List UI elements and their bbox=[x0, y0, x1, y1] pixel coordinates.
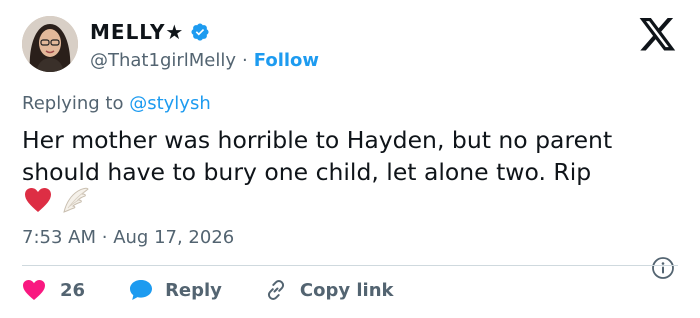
author-info: MELLY★ @That1girlMelly · Follow bbox=[90, 18, 319, 74]
red-heart-icon bbox=[24, 187, 52, 217]
timestamp-separator: · bbox=[101, 227, 108, 248]
follow-button[interactable]: Follow bbox=[254, 50, 319, 71]
info-icon[interactable] bbox=[651, 256, 675, 280]
divider bbox=[22, 265, 678, 266]
like-button[interactable]: 26 bbox=[22, 279, 85, 301]
tweet-timestamp[interactable]: 7:53 AM · Aug 17, 2026 bbox=[22, 227, 234, 248]
separator-dot: · bbox=[242, 49, 248, 71]
angel-wing-icon bbox=[60, 186, 90, 218]
avatar[interactable] bbox=[22, 16, 78, 72]
like-count: 26 bbox=[60, 279, 86, 301]
copy-link-button[interactable]: Copy link bbox=[252, 278, 394, 302]
reply-bubble-icon bbox=[129, 279, 153, 301]
x-logo-icon[interactable] bbox=[639, 18, 677, 52]
reply-context-prefix: Replying to bbox=[22, 93, 124, 114]
avatar-image bbox=[22, 16, 78, 72]
reply-button[interactable]: Reply bbox=[117, 279, 222, 301]
reply-label: Reply bbox=[165, 279, 222, 301]
display-name[interactable]: MELLY★ bbox=[90, 20, 184, 44]
link-icon bbox=[264, 278, 288, 302]
reply-mention-link[interactable]: @stylysh bbox=[129, 93, 211, 114]
verified-badge-icon bbox=[190, 22, 210, 42]
action-bar: 26 Reply Copy link bbox=[22, 276, 394, 304]
handle[interactable]: @That1girlMelly bbox=[90, 50, 236, 71]
reply-context: Replying to @stylysh bbox=[22, 93, 211, 114]
tweet-text: Her mother was horrible to Hayden, but n… bbox=[22, 126, 613, 186]
tweet-time: 7:53 AM bbox=[22, 227, 96, 248]
heart-icon bbox=[22, 279, 46, 301]
tweet-date: Aug 17, 2026 bbox=[113, 227, 235, 248]
copy-link-label: Copy link bbox=[299, 279, 394, 301]
emoji-row bbox=[24, 186, 90, 218]
